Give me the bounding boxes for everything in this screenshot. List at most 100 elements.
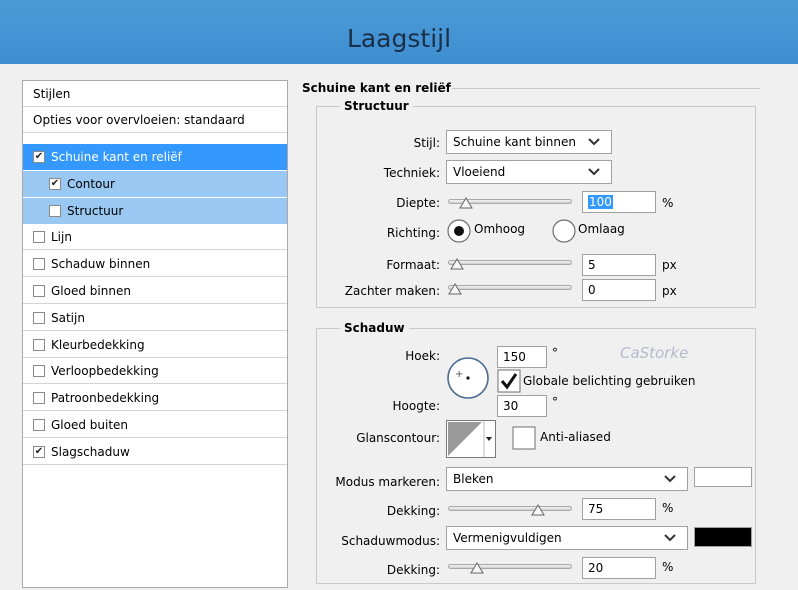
depth-value: 100 [588, 195, 613, 209]
size-slider[interactable] [448, 257, 572, 271]
soften-value: 0 [588, 283, 596, 297]
style-checkbox[interactable] [33, 365, 45, 378]
style-item[interactable]: Gloed buiten [23, 412, 287, 438]
window-title: Laagstijl [346, 24, 452, 53]
slider-thumb-icon[interactable] [530, 504, 545, 516]
style-checkbox[interactable]: ✔ [33, 151, 45, 163]
highlight-mode-label: Modus markeren: [335, 475, 440, 489]
style-item[interactable]: Lijn [23, 224, 287, 251]
style-item[interactable]: Verloopbedekking [23, 358, 287, 385]
depth-unit: % [662, 196, 674, 210]
style-checkbox[interactable]: ✔ [33, 445, 45, 458]
direction-down-label: Omlaag [578, 222, 625, 236]
depth-input[interactable]: 100 [582, 191, 656, 213]
direction-down-radio[interactable] [551, 218, 577, 244]
anti-aliased-checkbox[interactable] [512, 426, 536, 450]
shadow-mode-value: Vermenigvuldigen [453, 531, 562, 545]
soften-input[interactable]: 0 [582, 279, 656, 301]
style-item-label: Gloed buiten [51, 418, 129, 432]
style-item-label: Gloed binnen [51, 284, 131, 298]
style-item[interactable]: Structuur [23, 197, 287, 224]
style-checkbox[interactable] [49, 204, 61, 217]
style-item-label: Slagschaduw [51, 444, 130, 459]
style-item[interactable]: Gloed binnen [23, 278, 287, 304]
slider-thumb-icon[interactable] [450, 258, 465, 270]
style-checkbox[interactable] [33, 311, 45, 324]
style-checkbox[interactable] [33, 231, 45, 244]
style-item[interactable]: Satijn [23, 305, 287, 331]
chevron-down-icon [588, 168, 600, 176]
anti-aliased-label: Anti-aliased [540, 430, 611, 444]
style-select[interactable]: Schuine kant binnen [446, 130, 612, 154]
highlight-opacity-unit: % [662, 501, 674, 515]
technique-label: Techniek: [383, 166, 440, 180]
shadow-mode-select[interactable]: Vermenigvuldigen [446, 526, 688, 550]
highlight-mode-select[interactable]: Bleken [446, 467, 688, 491]
direction-up-label: Omhoog [474, 222, 526, 236]
style-item[interactable]: ✔ Slagschaduw [23, 439, 287, 465]
watermark-text: CaStorke [620, 344, 689, 362]
altitude-input[interactable]: 30 [497, 395, 547, 417]
chevron-down-icon [588, 138, 600, 146]
size-value: 5 [588, 258, 596, 272]
depth-label: Diepte: [396, 196, 440, 210]
shadow-opacity-input[interactable]: 20 [582, 557, 656, 579]
size-label: Formaat: [386, 258, 440, 272]
soften-unit: px [662, 284, 677, 298]
angle-input[interactable]: 150 [497, 346, 547, 368]
depth-slider[interactable] [448, 196, 572, 210]
style-item[interactable]: ✔ Contour [23, 170, 287, 197]
shadow-opacity-unit: % [662, 560, 674, 574]
shadow-color-swatch[interactable] [694, 527, 752, 547]
section-divider [452, 88, 760, 89]
shadow-opacity-slider[interactable] [448, 561, 572, 575]
blend-options-item[interactable]: Opties voor overvloeien: standaard [23, 107, 287, 133]
style-item-label: Contour [67, 176, 115, 191]
style-item-label: Schuine kant en reliëf [51, 150, 182, 164]
style-checkbox[interactable] [33, 338, 45, 351]
style-item[interactable]: Schaduw binnen [23, 251, 287, 278]
angle-dial[interactable]: + [446, 356, 490, 400]
direction-up-radio[interactable] [446, 218, 472, 244]
highlight-opacity-slider[interactable] [448, 503, 572, 517]
highlight-opacity-input[interactable]: 75 [582, 498, 656, 520]
highlight-opacity-value: 75 [588, 502, 604, 516]
title-bar: Laagstijl [0, 0, 798, 64]
chevron-down-icon [664, 534, 676, 542]
technique-select[interactable]: Vloeiend [446, 160, 612, 184]
slider-thumb-icon[interactable] [448, 283, 462, 295]
slider-track [448, 506, 572, 511]
highlight-color-swatch[interactable] [694, 467, 752, 487]
styles-header[interactable]: Stijlen [23, 81, 287, 107]
svg-text:+: + [455, 369, 463, 380]
shadow-opacity-value: 20 [588, 561, 604, 575]
structure-title: Structuur [340, 99, 413, 113]
style-checkbox[interactable] [33, 258, 45, 271]
slider-thumb-icon[interactable] [470, 562, 484, 574]
style-checkbox[interactable]: ✔ [49, 177, 61, 190]
slider-thumb-icon[interactable] [459, 197, 473, 209]
style-item-label: Lijn [51, 230, 72, 245]
style-label: Stijl: [413, 136, 440, 150]
style-item-label: Verloopbedekking [51, 364, 159, 379]
global-light-checkbox[interactable] [497, 369, 521, 393]
gloss-contour-picker[interactable] [446, 420, 496, 458]
style-item[interactable]: Kleurbedekking [23, 332, 287, 358]
size-input[interactable]: 5 [582, 254, 656, 276]
altitude-unit: ° [552, 395, 558, 409]
gloss-contour-label: Glanscontour: [356, 431, 440, 445]
style-item[interactable]: ✔ Schuine kant en reliëf [23, 144, 287, 170]
soften-label: Zachter maken: [344, 284, 440, 298]
soften-slider[interactable] [448, 282, 572, 296]
altitude-label: Hoogte: [392, 399, 440, 413]
style-checkbox[interactable] [33, 419, 45, 431]
direction-label: Richting: [386, 226, 440, 240]
style-checkbox[interactable] [33, 392, 45, 405]
blend-options-label: Opties voor overvloeien: standaard [33, 113, 245, 127]
style-select-value: Schuine kant binnen [453, 135, 576, 149]
style-item-label: Schaduw binnen [51, 257, 151, 272]
style-checkbox[interactable] [33, 285, 45, 297]
shadow-mode-label: Schaduwmodus: [341, 534, 440, 548]
style-item[interactable]: Patroonbedekking [23, 385, 287, 412]
style-item-label: Structuur [67, 203, 124, 218]
